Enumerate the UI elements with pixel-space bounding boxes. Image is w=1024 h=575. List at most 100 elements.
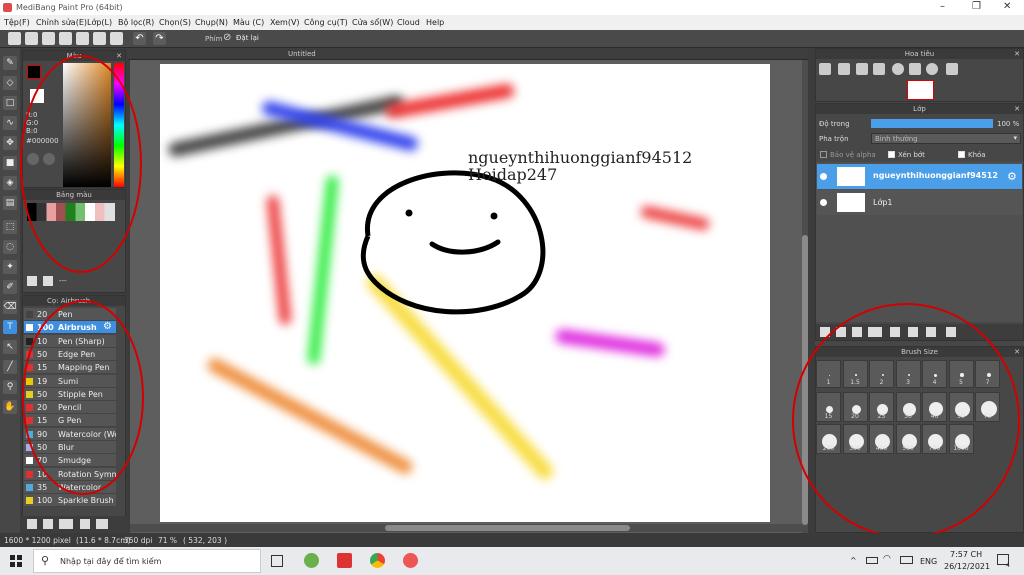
canvas-tab[interactable]: Untitled — [288, 50, 316, 58]
flip-icon[interactable] — [946, 63, 958, 75]
menu-window[interactable]: Cửa sổ(W) — [352, 18, 393, 27]
menu-tools[interactable]: Công cụ(T) — [304, 18, 348, 27]
close-icon[interactable]: ✕ — [1014, 104, 1020, 114]
minimize-button[interactable]: – — [940, 1, 945, 12]
comment-icon[interactable] — [42, 32, 55, 45]
close-icon[interactable]: ✕ — [116, 51, 122, 61]
menu-filter[interactable]: Bộ lọc(R) — [118, 18, 154, 27]
move-tool-icon[interactable]: ✥ — [3, 136, 17, 150]
close-icon[interactable]: ✕ — [1014, 347, 1020, 357]
status-dimensions: 1600 * 1200 pixel — [4, 536, 71, 545]
zoom-in-icon[interactable] — [838, 63, 850, 75]
brush-size-value: 100 — [37, 496, 53, 506]
chevron-up-icon[interactable]: ^ — [850, 556, 857, 565]
windows-start-icon[interactable] — [10, 555, 22, 567]
menu-file[interactable]: Tệp(F) — [4, 18, 30, 27]
select-tool-icon[interactable]: ⬚ — [3, 220, 17, 234]
protect-alpha-checkbox[interactable] — [820, 151, 827, 158]
rotate-reset-icon[interactable] — [909, 63, 921, 75]
grid-icon[interactable] — [93, 32, 106, 45]
select-pen-tool-icon[interactable]: ✐ — [3, 280, 17, 294]
menu-help[interactable]: Help — [426, 18, 444, 27]
status-physical: (11.6 * 8.7cm) — [76, 536, 131, 545]
cloud-icon[interactable] — [8, 32, 21, 45]
undo-icon[interactable]: ↶ — [133, 32, 146, 45]
fit-icon[interactable] — [856, 63, 868, 75]
taskbar-app-1-icon[interactable] — [304, 553, 319, 568]
divide-tool-icon[interactable]: ╱ — [3, 360, 17, 374]
wifi-icon[interactable]: ◠ — [883, 554, 891, 564]
stroke-red-top — [384, 82, 516, 120]
medibang-icon[interactable] — [403, 553, 418, 568]
menu-layer[interactable]: Lớp(L) — [87, 18, 112, 27]
stroke-orange — [205, 355, 415, 477]
layout-icon[interactable] — [110, 32, 123, 45]
fill-rect-tool-icon[interactable]: ■ — [3, 156, 17, 170]
menu-color[interactable]: Màu (C) — [233, 18, 264, 27]
document-icon[interactable] — [59, 32, 72, 45]
zoom-out-icon[interactable] — [819, 63, 831, 75]
layer-row-layer1[interactable]: Lớp1 — [817, 190, 1022, 215]
curve-tool-icon[interactable]: ∿ — [3, 116, 17, 130]
opacity-slider[interactable] — [871, 119, 993, 128]
menu-edit[interactable]: Chỉnh sửa(E) — [36, 18, 87, 27]
menu-select[interactable]: Chọn(S) — [159, 18, 191, 27]
operation-tool-icon[interactable]: ↖ — [3, 340, 17, 354]
maximize-button[interactable]: ❐ — [972, 1, 981, 12]
keyboard-icon[interactable] — [900, 556, 913, 564]
menu-view[interactable]: Xem(V) — [270, 18, 300, 27]
actual-size-icon[interactable] — [873, 63, 885, 75]
close-button[interactable]: ✕ — [1003, 1, 1011, 12]
taskbar-app-2-icon[interactable] — [337, 553, 352, 568]
redo-icon[interactable]: ↷ — [153, 32, 166, 45]
eye-icon[interactable] — [820, 173, 827, 180]
language-indicator[interactable]: ENG — [920, 557, 937, 566]
eye-icon[interactable] — [820, 199, 827, 206]
layer-row-text[interactable]: ngueynthihuonggianf94512 ⚙ — [817, 164, 1022, 189]
brush-copy-icon[interactable] — [80, 519, 90, 529]
hand-tool-icon[interactable]: ✋ — [3, 400, 17, 414]
rectangle-tool-icon[interactable]: □ — [3, 96, 17, 110]
foreground-swatch[interactable] — [27, 65, 41, 79]
lock-checkbox[interactable] — [958, 151, 965, 158]
rotate-right-icon[interactable] — [926, 63, 938, 75]
lasso-tool-icon[interactable]: ◌ — [3, 240, 17, 254]
drawing-canvas[interactable]: ngueynthihuonggianf94512 Hoidap247 — [160, 64, 770, 522]
select-eraser-tool-icon[interactable]: ⌫ — [3, 300, 17, 314]
clock-date[interactable]: 26/12/2021 — [944, 562, 990, 571]
brush-folder-icon[interactable] — [96, 519, 108, 529]
navigator-thumbnail[interactable] — [907, 80, 934, 100]
brush-new-icon[interactable] — [43, 519, 53, 529]
task-view-icon[interactable] — [271, 555, 283, 567]
horizontal-scrollbar[interactable] — [130, 524, 802, 532]
brush-add-icon[interactable] — [27, 519, 37, 529]
magic-wand-tool-icon[interactable]: ✦ — [3, 260, 17, 274]
annotation-ellipse-color — [20, 55, 142, 273]
gradient-tool-icon[interactable]: ▤ — [3, 196, 17, 210]
menu-capture[interactable]: Chụp(N) — [195, 18, 228, 27]
eraser-tool-icon[interactable]: ◇ — [3, 76, 17, 90]
palette-add-icon[interactable] — [27, 276, 37, 286]
horizontal-scroll-thumb[interactable] — [385, 525, 630, 531]
brush-item-sparkle-brush[interactable]: 100 Sparkle Brush — [24, 494, 116, 508]
menu-cloud[interactable]: Cloud — [397, 18, 420, 27]
share-icon[interactable] — [25, 32, 38, 45]
brush-options-icon[interactable] — [59, 519, 73, 529]
palette-delete-icon[interactable] — [43, 276, 53, 286]
taskbar-search[interactable]: ⚲ Nhập tại đây để tìm kiếm — [33, 549, 261, 573]
clipping-checkbox[interactable] — [888, 151, 895, 158]
gear-icon[interactable]: ⚙ — [1007, 170, 1017, 183]
chevron-down-icon: ▾ — [1013, 134, 1017, 142]
rotate-left-icon[interactable] — [892, 63, 904, 75]
brush-tool-icon[interactable]: ✎ — [3, 56, 17, 70]
eyedropper-tool-icon[interactable]: ⚲ — [3, 380, 17, 394]
chrome-icon[interactable] — [370, 553, 385, 568]
reset-button[interactable]: Đặt lại — [236, 34, 259, 42]
brush-name: Sparkle Brush — [58, 496, 114, 506]
clock-time[interactable]: 7:57 CH — [950, 550, 982, 559]
blend-select[interactable]: Bình thường ▾ — [871, 133, 1021, 144]
bucket-tool-icon[interactable]: ◈ — [3, 176, 17, 190]
text-tool-icon[interactable]: T — [3, 320, 17, 334]
close-icon[interactable]: ✕ — [1014, 49, 1020, 59]
list-icon[interactable] — [76, 32, 89, 45]
